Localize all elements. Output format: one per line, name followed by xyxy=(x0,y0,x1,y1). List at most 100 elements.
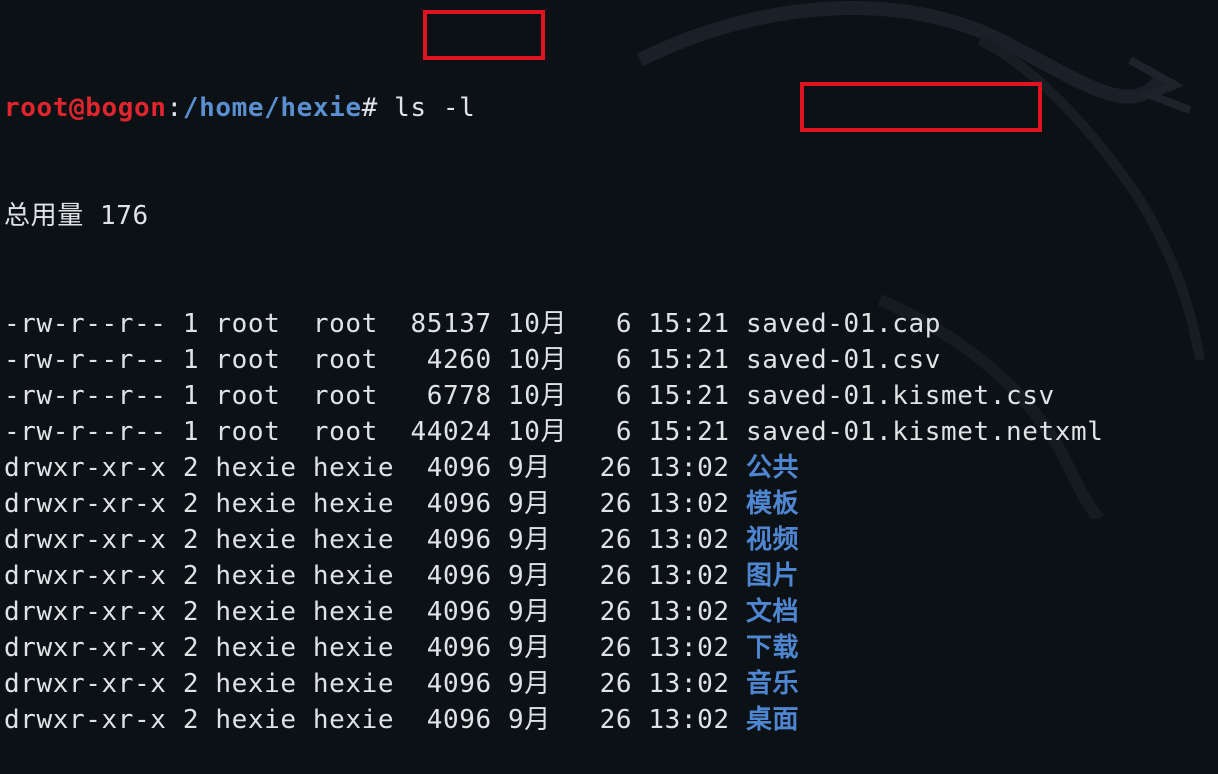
file-owner: root xyxy=(215,345,297,375)
file-day: 26 xyxy=(599,705,633,735)
file-owner: hexie xyxy=(215,489,297,519)
file-day: 6 xyxy=(599,417,633,447)
file-perms: drwxr-xr-x xyxy=(4,597,167,627)
file-time: 13:02 xyxy=(648,669,730,699)
file-month: 9月 xyxy=(507,597,568,627)
file-owner: root xyxy=(215,309,297,339)
file-links: 1 xyxy=(182,345,200,375)
file-month: 10月 xyxy=(507,381,568,411)
file-links: 2 xyxy=(182,489,200,519)
file-links: 2 xyxy=(182,453,200,483)
file-links: 1 xyxy=(182,309,200,339)
file-time: 13:02 xyxy=(648,633,730,663)
file-perms: -rw-r--r-- xyxy=(4,309,167,339)
file-size: 4096 xyxy=(410,705,492,735)
prompt-line: root@bogon:/home/hexie# ls -l xyxy=(4,90,1104,126)
file-group: hexie xyxy=(312,633,395,663)
file-size: 4096 xyxy=(410,489,492,519)
file-time: 13:02 xyxy=(648,561,730,591)
file-listing: -rw-r--r-- 1 root root 85137 10月 6 15:21… xyxy=(4,306,1104,738)
file-group: hexie xyxy=(312,453,395,483)
file-links: 2 xyxy=(182,705,200,735)
file-size: 6778 xyxy=(410,381,492,411)
file-row: -rw-r--r-- 1 root root 4260 10月 6 15:21 … xyxy=(4,342,1104,378)
file-links: 2 xyxy=(182,669,200,699)
file-perms: drwxr-xr-x xyxy=(4,669,167,699)
prompt-user-host: root@bogon xyxy=(4,93,167,123)
file-links: 2 xyxy=(182,633,200,663)
file-row: drwxr-xr-x 2 hexie hexie 4096 9月 26 13:0… xyxy=(4,666,1104,702)
file-month: 10月 xyxy=(507,417,568,447)
file-row: drwxr-xr-x 2 hexie hexie 4096 9月 26 13:0… xyxy=(4,630,1104,666)
file-size: 4096 xyxy=(410,669,492,699)
directory-name: 文档 xyxy=(745,597,800,627)
file-month: 10月 xyxy=(507,309,568,339)
file-owner: hexie xyxy=(215,705,297,735)
file-month: 9月 xyxy=(507,669,568,699)
file-time: 15:21 xyxy=(648,381,730,411)
file-group: hexie xyxy=(312,561,395,591)
file-size: 4096 xyxy=(410,525,492,555)
file-owner: root xyxy=(215,417,297,447)
file-perms: drwxr-xr-x xyxy=(4,453,167,483)
file-time: 13:02 xyxy=(648,597,730,627)
file-group: hexie xyxy=(312,705,395,735)
file-day: 6 xyxy=(599,381,633,411)
file-row: drwxr-xr-x 2 hexie hexie 4096 9月 26 13:0… xyxy=(4,702,1104,738)
file-links: 2 xyxy=(182,525,200,555)
file-links: 1 xyxy=(182,417,200,447)
file-links: 2 xyxy=(182,597,200,627)
file-owner: hexie xyxy=(215,453,297,483)
file-month: 9月 xyxy=(507,561,568,591)
file-size: 4096 xyxy=(410,453,492,483)
file-name: saved-01.kismet.csv xyxy=(745,381,1055,411)
directory-name: 下载 xyxy=(745,633,800,663)
directory-name: 公共 xyxy=(745,453,800,483)
prompt-colon: : xyxy=(166,93,183,123)
file-time: 13:02 xyxy=(648,705,730,735)
file-perms: -rw-r--r-- xyxy=(4,417,167,447)
file-owner: hexie xyxy=(215,561,297,591)
file-month: 10月 xyxy=(507,345,568,375)
file-size: 4096 xyxy=(410,597,492,627)
prompt-path: /home/hexie xyxy=(182,93,362,123)
file-size: 44024 xyxy=(410,417,492,447)
file-day: 26 xyxy=(599,633,633,663)
file-month: 9月 xyxy=(507,705,568,735)
file-group: root xyxy=(312,417,395,447)
file-owner: root xyxy=(215,381,297,411)
file-day: 26 xyxy=(599,561,633,591)
file-owner: hexie xyxy=(215,597,297,627)
file-links: 1 xyxy=(182,381,200,411)
file-row: -rw-r--r-- 1 root root 44024 10月 6 15:21… xyxy=(4,414,1104,450)
total-line: 总用量 176 xyxy=(4,201,149,231)
file-group: hexie xyxy=(312,597,395,627)
file-perms: -rw-r--r-- xyxy=(4,381,167,411)
file-perms: drwxr-xr-x xyxy=(4,561,167,591)
file-time: 15:21 xyxy=(648,417,730,447)
file-day: 26 xyxy=(599,453,633,483)
file-day: 26 xyxy=(599,597,633,627)
directory-name: 音乐 xyxy=(745,669,800,699)
file-perms: drwxr-xr-x xyxy=(4,705,167,735)
file-time: 15:21 xyxy=(648,345,730,375)
file-owner: hexie xyxy=(215,669,297,699)
file-row: -rw-r--r-- 1 root root 85137 10月 6 15:21… xyxy=(4,306,1104,342)
file-month: 9月 xyxy=(507,489,568,519)
file-links: 2 xyxy=(182,561,200,591)
file-size: 4096 xyxy=(410,561,492,591)
file-month: 9月 xyxy=(507,525,568,555)
file-group: root xyxy=(312,381,395,411)
file-day: 26 xyxy=(599,525,633,555)
terminal-output: root@bogon:/home/hexie# ls -l 总用量 176 -r… xyxy=(4,18,1104,774)
directory-name: 图片 xyxy=(745,561,800,591)
file-name: saved-01.csv xyxy=(745,345,941,375)
file-group: hexie xyxy=(312,525,395,555)
file-group: root xyxy=(312,309,395,339)
file-perms: drwxr-xr-x xyxy=(4,633,167,663)
file-group: hexie xyxy=(312,669,395,699)
directory-name: 模板 xyxy=(745,489,800,519)
command-text: ls -l xyxy=(394,93,476,123)
file-size: 85137 xyxy=(410,309,492,339)
file-perms: -rw-r--r-- xyxy=(4,345,167,375)
